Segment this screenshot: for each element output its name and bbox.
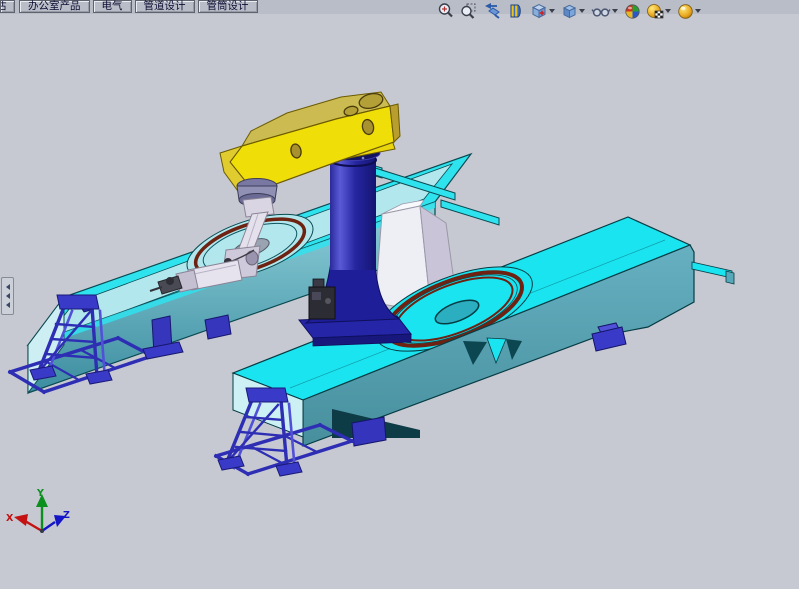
y-axis-label: Y [36, 488, 44, 499]
3d-viewport[interactable]: X Y Z [0, 0, 799, 589]
zoom-to-area-icon[interactable] [460, 2, 478, 20]
edit-appearance-icon[interactable] [624, 3, 641, 20]
display-style-icon[interactable] [561, 3, 586, 20]
z-axis-label: Z [63, 510, 70, 521]
dropdown-arrow-icon[interactable] [579, 9, 586, 14]
command-toolbar: 估 办公室产品 电气 管道设计 管筒设计 [0, 0, 799, 14]
dropdown-arrow-icon[interactable] [695, 9, 702, 14]
heads-up-view-toolbar [437, 1, 707, 21]
dropdown-arrow-icon[interactable] [665, 9, 672, 14]
command-tabs: 估 办公室产品 电气 管道设计 管筒设计 [0, 0, 261, 13]
section-view-icon[interactable] [507, 2, 525, 20]
view-orientation-icon[interactable] [530, 2, 556, 20]
previous-view-icon[interactable] [483, 2, 502, 20]
zoom-to-fit-icon[interactable] [437, 2, 455, 20]
tab-electrical[interactable]: 电气 [93, 0, 132, 13]
tab-office-products[interactable]: 办公室产品 [19, 0, 90, 13]
left-arrow-icon [6, 293, 10, 299]
x-axis-label: X [6, 513, 14, 524]
tab-pipe-design[interactable]: 管道设计 [135, 0, 195, 13]
tab-tube-design[interactable]: 管筒设计 [198, 0, 258, 13]
tab-evaluate-partial[interactable]: 估 [0, 0, 15, 13]
dropdown-arrow-icon[interactable] [612, 9, 619, 14]
apply-scene-icon[interactable] [646, 3, 672, 20]
dropdown-arrow-icon[interactable] [549, 9, 556, 14]
cad-application-window: X Y Z 估 办公室产品 电气 管道设计 管筒设计 [0, 0, 799, 589]
hide-show-items-icon[interactable] [591, 3, 619, 20]
checker-flag [655, 11, 663, 18]
feature-panel-expand-handle[interactable] [1, 277, 14, 315]
left-arrow-icon [6, 284, 10, 290]
view-settings-icon[interactable] [677, 3, 702, 20]
left-arrow-icon [6, 302, 10, 308]
